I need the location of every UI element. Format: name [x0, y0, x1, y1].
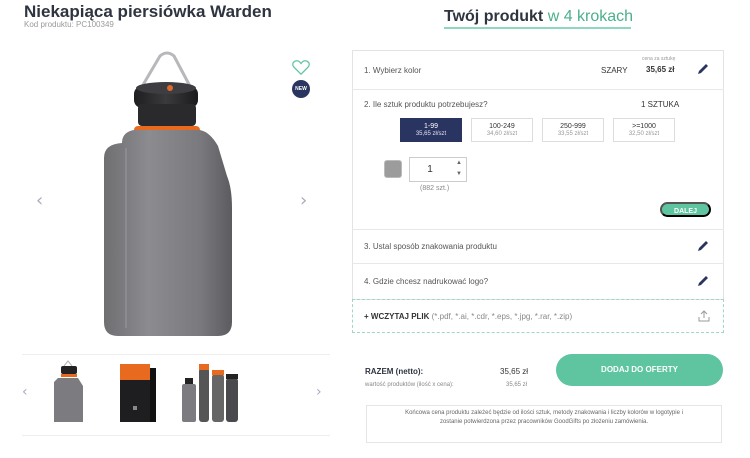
total-label: RAZEM (netto):: [365, 367, 424, 376]
total-value: 35,65 zł: [500, 367, 529, 376]
gallery-prev-icon[interactable]: ‹: [36, 190, 43, 211]
thumb-prev-icon[interactable]: ‹: [22, 384, 28, 400]
heart-icon[interactable]: [292, 60, 310, 76]
tier-price: 34,60 zł/szt: [486, 131, 518, 137]
tier-250-999[interactable]: 250-999 33,55 zł/szt: [542, 118, 604, 142]
tier-price: 35,65 zł/szt: [415, 131, 447, 137]
tier-price: 32,50 zł/szt: [628, 131, 660, 137]
step-3-label: 3. Ustal sposób znakowania produktu: [364, 242, 497, 251]
step-2-label: 2. Ile sztuk produktu potrzebujesz?: [364, 100, 488, 109]
add-to-offer-button[interactable]: DODAJ DO OFERTY: [556, 354, 723, 386]
tier-qty: 250-999: [560, 123, 586, 130]
price-note: Końcowa cena produktu zależeć będzie od …: [366, 405, 722, 443]
tier-price: 33,55 zł/szt: [557, 131, 589, 137]
thumbnail-set[interactable]: [180, 360, 240, 426]
tier-100-249[interactable]: 100-249 34,60 zł/szt: [471, 118, 533, 142]
thumbnail-box[interactable]: [116, 360, 162, 426]
upload-icon[interactable]: [697, 309, 711, 323]
color-swatch[interactable]: [384, 160, 402, 178]
price-caption: cena za sztukę: [642, 56, 676, 62]
steps-title-bold: Twój produkt: [444, 8, 544, 25]
tier-1-99[interactable]: 1-99 35,65 zł/szt: [400, 118, 462, 142]
steps-title: Twój produkt w 4 krokach: [444, 8, 633, 26]
subtotal-label: wartość produktów (ilość x cena):: [365, 382, 454, 388]
thumbnail-flask[interactable]: [46, 360, 92, 426]
qty-up-icon[interactable]: ▲: [452, 158, 466, 169]
step-1-label: 1. Wybierz kolor: [364, 66, 422, 75]
steps-title-light: w 4 krokach: [543, 8, 634, 25]
tier-qty: 100-249: [489, 123, 515, 130]
tier-qty: >=1000: [632, 123, 656, 130]
thumb-next-icon[interactable]: ›: [316, 384, 322, 400]
tier-qty: 1-99: [423, 123, 438, 130]
step-4-label: 4. Gdzie chcesz nadrukować logo?: [364, 277, 489, 286]
steps-underline: [444, 27, 631, 29]
stock-count: (882 szt.): [420, 185, 450, 192]
selected-color: SZARY: [601, 66, 628, 75]
product-title: Niekapiąca piersiówka Warden: [24, 2, 272, 21]
tier-1000-plus[interactable]: >=1000 32,50 zł/szt: [613, 118, 675, 142]
gallery-next-icon[interactable]: ›: [300, 190, 307, 211]
edit-marking-icon[interactable]: [696, 239, 710, 253]
quantity-input[interactable]: [410, 158, 450, 181]
flask-illustration: [104, 51, 232, 336]
upload-label[interactable]: + WCZYTAJ PLIK (*.pdf, *.ai, *.cdr, *.ep…: [364, 312, 572, 321]
subtotal-value: 35,65 zł: [506, 382, 528, 388]
unit-price: 35,65 zł: [646, 65, 675, 74]
new-badge: NEW: [292, 80, 310, 98]
edit-logo-position-icon[interactable]: [696, 274, 710, 288]
upload-label-text: + WCZYTAJ PLIK: [364, 312, 430, 321]
edit-color-icon[interactable]: [696, 62, 710, 76]
product-code: Kod produktu: PC100349: [24, 20, 114, 29]
product-image[interactable]: [22, 48, 322, 348]
upload-extensions: (*.pdf, *.ai, *.cdr, *.eps, *.jpg, *.rar…: [429, 312, 573, 321]
selected-quantity: 1 SZTUKA: [641, 100, 680, 109]
next-button[interactable]: DALEJ: [660, 202, 711, 217]
qty-down-icon[interactable]: ▼: [452, 169, 466, 180]
